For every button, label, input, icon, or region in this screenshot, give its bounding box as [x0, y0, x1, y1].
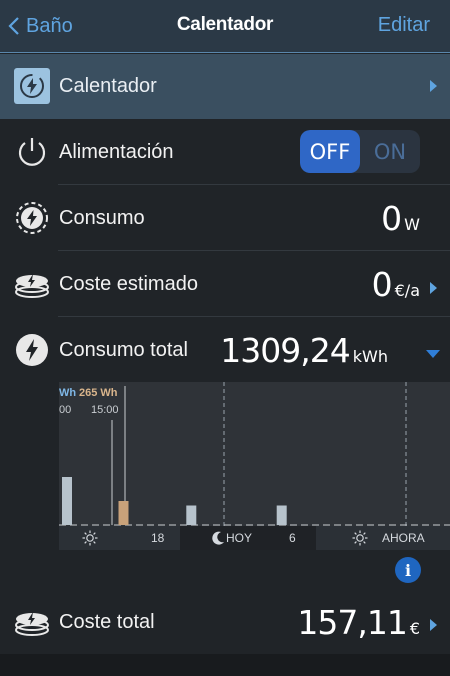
- total-cost-row[interactable]: Coste total 157,11 €: [0, 589, 450, 654]
- moon-icon: [212, 531, 224, 545]
- lightning-icon: [16, 334, 48, 366]
- heater-device-icon: [14, 68, 50, 104]
- bottom-bar: [0, 654, 450, 676]
- chevron-right-icon: [430, 619, 437, 631]
- timeline-night-segment: HOY 6: [180, 526, 316, 550]
- coin-stack-icon: [15, 274, 49, 298]
- estimated-cost-label: Coste estimado: [59, 273, 198, 295]
- consumption-number: 0: [381, 199, 402, 238]
- highlight-value-label: 265 Wh: [79, 387, 118, 399]
- timeline-right-number: 6: [289, 531, 296, 545]
- consumption-unit: W: [404, 215, 420, 234]
- total-cost-value: 157,11 €: [297, 603, 420, 642]
- estimated-cost-value: 0 €/a: [372, 265, 420, 304]
- left-time-label: 00: [59, 404, 71, 416]
- info-button[interactable]: i: [395, 557, 421, 583]
- lightning-circle-icon: [16, 202, 48, 234]
- timeline-today-segment: AHORA: [316, 526, 450, 550]
- total-cost-label: Coste total: [59, 611, 155, 633]
- total-consumption-label: Consumo total: [59, 339, 188, 361]
- total-consumption-row[interactable]: Consumo total 1309,24 kWh: [0, 317, 450, 382]
- toggle-off-option[interactable]: OFF: [300, 130, 360, 173]
- estimated-cost-row[interactable]: Coste estimado 0 €/a: [0, 251, 450, 317]
- sun-icon: [82, 530, 98, 546]
- chart-bar[interactable]: [62, 477, 72, 525]
- total-consumption-number: 1309,24: [220, 331, 350, 370]
- estimated-cost-unit: €/a: [394, 281, 420, 300]
- chart-bar[interactable]: [276, 505, 287, 526]
- timeline-left-number: 18: [151, 531, 165, 545]
- chart-bar-highlight[interactable]: [118, 501, 129, 525]
- chevron-right-icon: [430, 282, 437, 294]
- power-toggle[interactable]: OFF ON: [300, 130, 420, 173]
- power-icon: [18, 138, 46, 166]
- highlight-time-label: 15:00: [91, 404, 119, 416]
- chart-bar[interactable]: [186, 505, 197, 526]
- estimated-cost-number: 0: [371, 265, 393, 304]
- total-cost-unit: €: [409, 619, 420, 638]
- dropdown-arrow-icon[interactable]: [426, 350, 440, 359]
- consumption-label: Consumo: [59, 207, 145, 229]
- chart-timeline: 18 HOY 6 AHORA: [59, 526, 450, 550]
- total-consumption-value: 1309,24 kWh: [220, 331, 388, 370]
- power-label: Alimentación: [59, 141, 174, 163]
- device-label: Calentador: [59, 75, 157, 97]
- sun-icon: [352, 530, 368, 546]
- consumption-chart[interactable]: Wh 00 265 Wh 15:00: [59, 382, 450, 550]
- consumption-value: 0 W: [381, 199, 420, 238]
- total-consumption-unit: kWh: [352, 347, 388, 366]
- toggle-on-option[interactable]: ON: [360, 130, 420, 173]
- chevron-right-icon: [430, 80, 437, 92]
- navigation-bar: Baño Calentador Editar: [0, 0, 450, 53]
- left-value-label: Wh: [59, 387, 76, 399]
- device-row[interactable]: Calentador: [0, 54, 450, 119]
- total-cost-number: 157,11: [297, 603, 407, 642]
- consumption-row: Consumo 0 W: [0, 185, 450, 251]
- coin-stack-icon: [15, 612, 49, 636]
- edit-button[interactable]: Editar: [378, 14, 430, 37]
- timeline-day-segment: 18: [59, 526, 180, 550]
- timeline-ahora-label: AHORA: [382, 531, 425, 545]
- timeline-hoy-label: HOY: [226, 531, 253, 545]
- chart-bars: Wh 00 265 Wh 15:00: [59, 382, 450, 526]
